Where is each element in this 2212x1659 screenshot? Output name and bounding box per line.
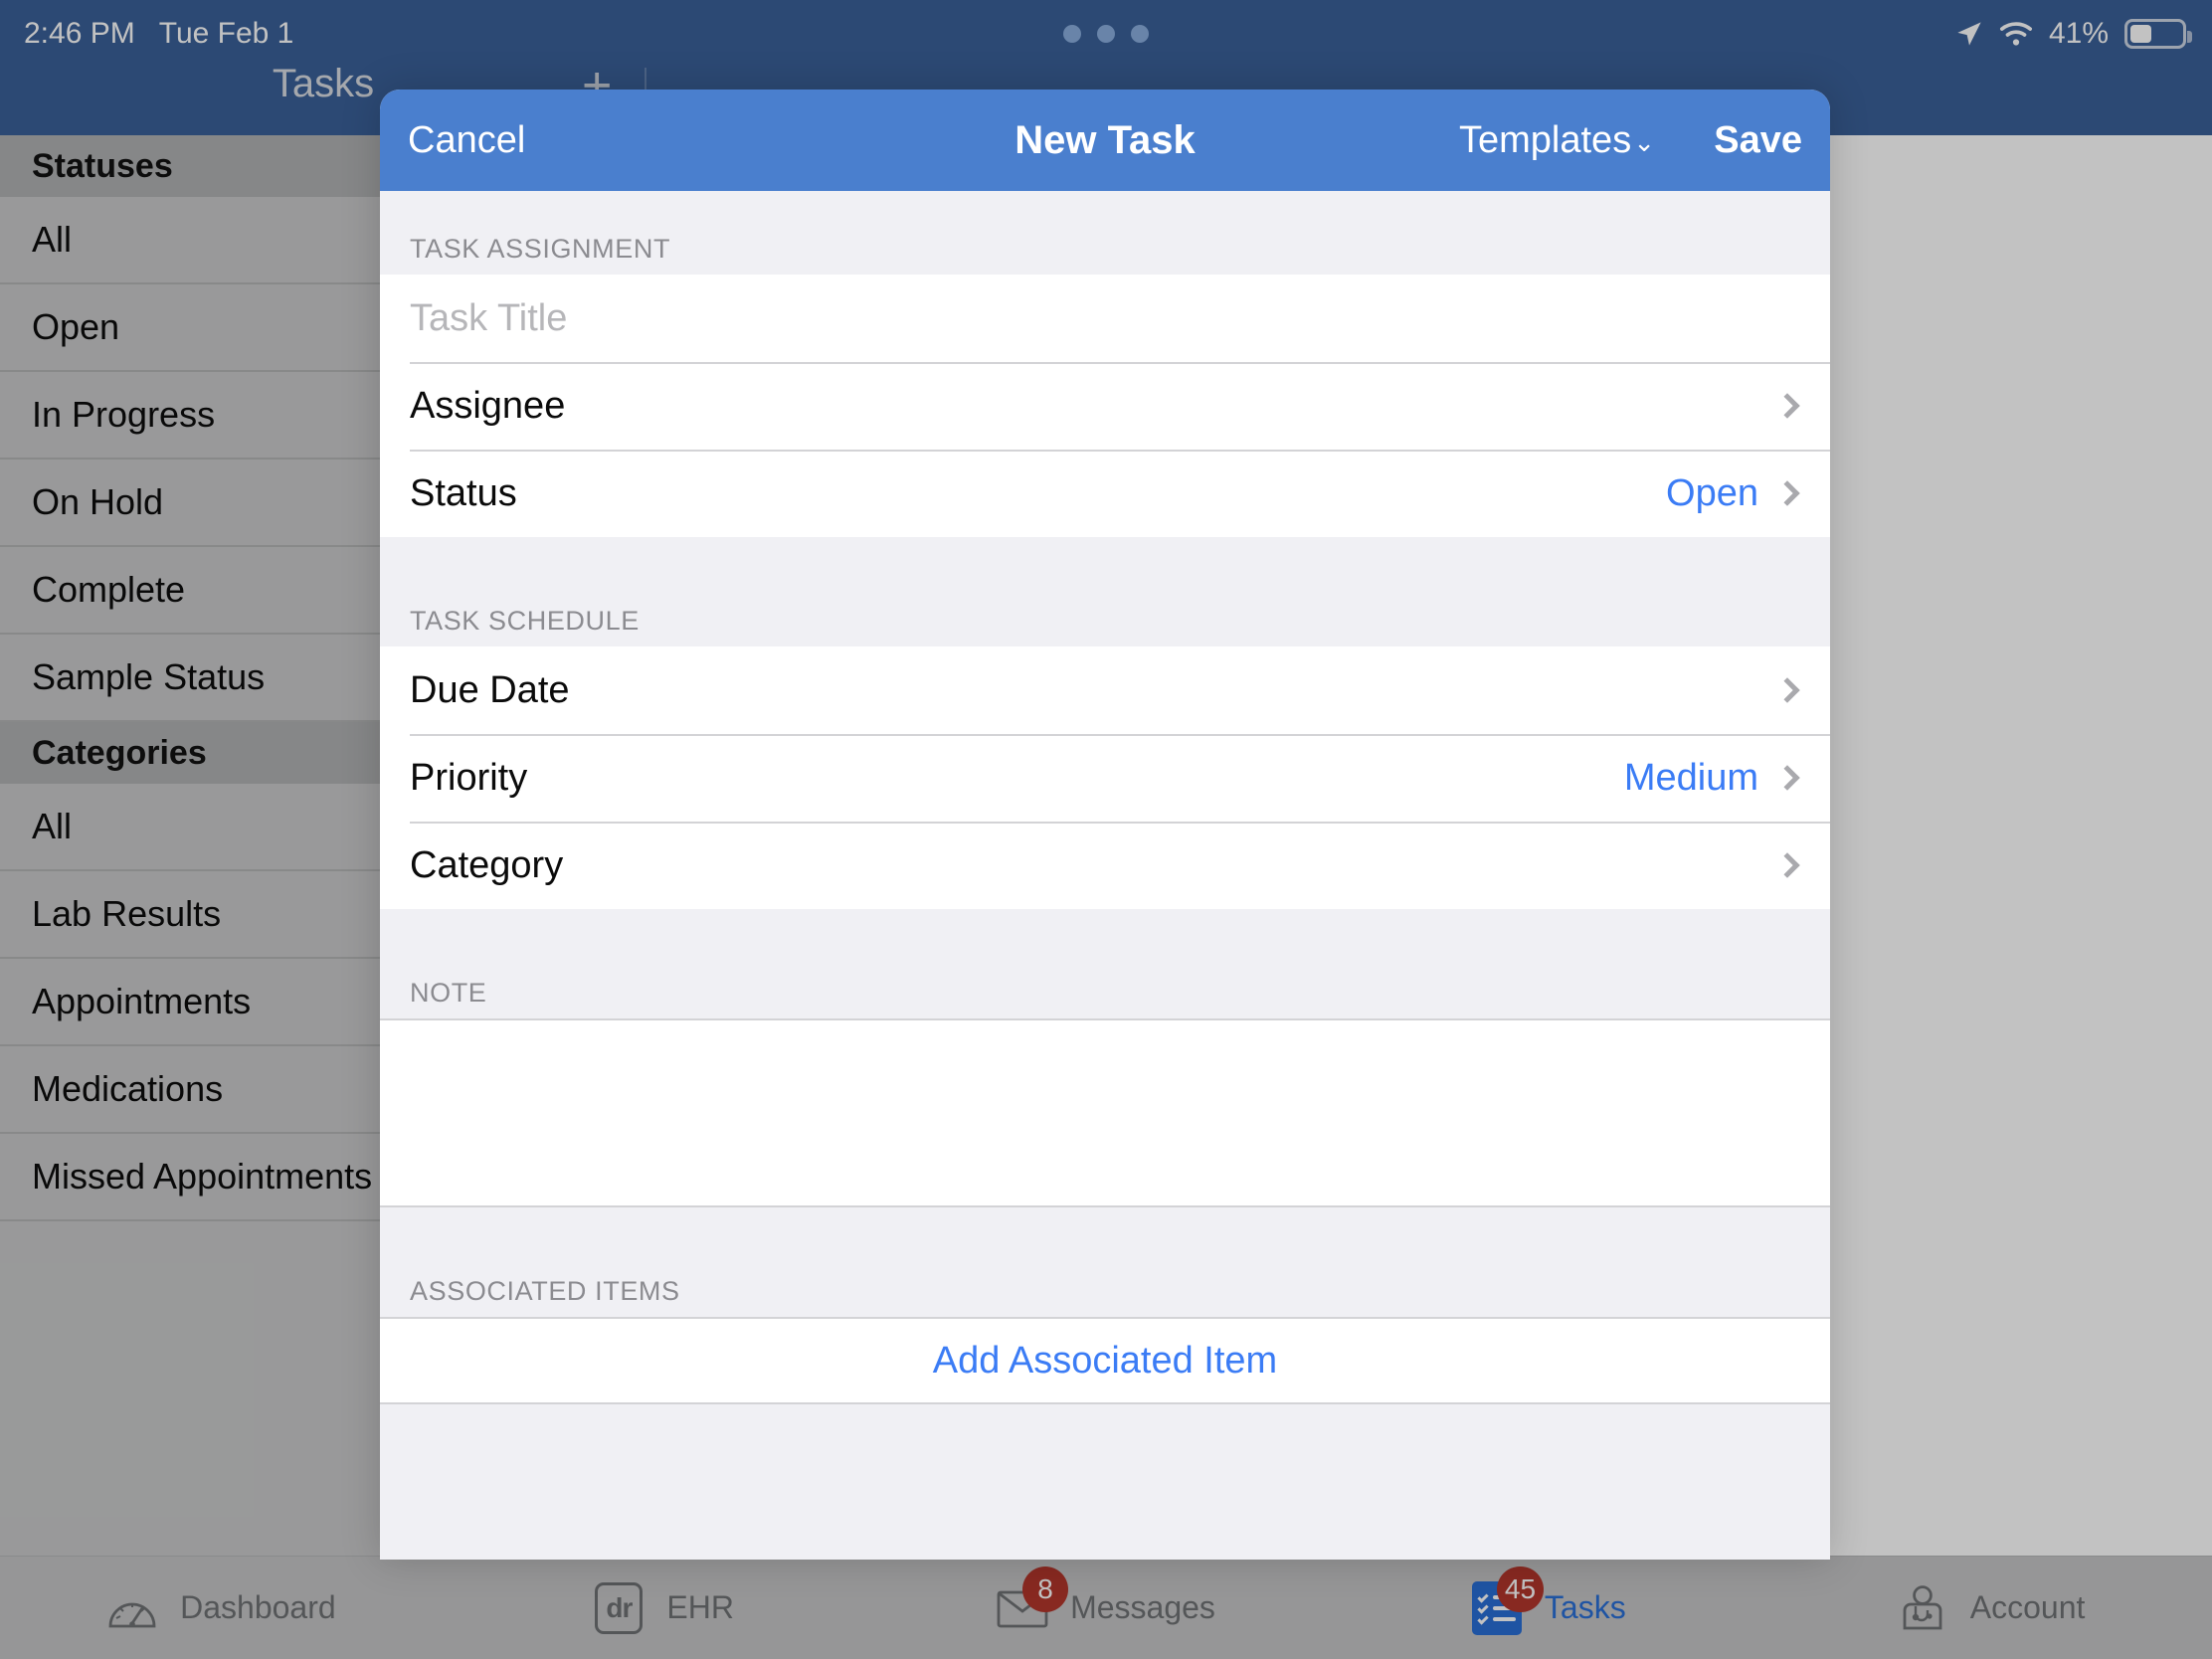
- assignee-row[interactable]: Assignee: [380, 362, 1830, 450]
- save-button[interactable]: Save: [1714, 119, 1802, 162]
- new-task-modal: Cancel New Task Templates ⌄ Save TASK AS…: [380, 90, 1830, 1560]
- priority-value: Medium: [1623, 756, 1758, 799]
- chevron-right-icon: [1774, 393, 1800, 419]
- add-associated-item-button[interactable]: Add Associated Item: [380, 1317, 1830, 1404]
- templates-button[interactable]: Templates ⌄: [1459, 119, 1655, 162]
- assignee-value-group: [1758, 393, 1804, 419]
- due-date-row[interactable]: Due Date: [380, 646, 1830, 734]
- section-body-task-assignment: Task Title Assignee Status Open: [380, 275, 1830, 537]
- note-textarea[interactable]: [380, 1018, 1830, 1207]
- chevron-right-icon: [1774, 677, 1800, 703]
- section-header-note: NOTE: [380, 909, 1830, 1018]
- templates-label: Templates: [1459, 118, 1632, 161]
- section-body-task-schedule: Due Date Priority Medium Category: [380, 646, 1830, 909]
- modal-title: New Task: [1014, 117, 1196, 162]
- priority-row[interactable]: Priority Medium: [380, 734, 1830, 822]
- chevron-right-icon: [1774, 852, 1800, 878]
- modal-header: Cancel New Task Templates ⌄ Save: [380, 90, 1830, 191]
- priority-value-group: Medium: [1624, 757, 1804, 800]
- task-title-row[interactable]: Task Title: [380, 275, 1830, 362]
- section-header-task-schedule: TASK SCHEDULE: [380, 537, 1830, 646]
- chevron-down-icon: ⌄: [1633, 126, 1655, 157]
- category-row[interactable]: Category: [380, 822, 1830, 909]
- modal-footer-spacer: [380, 1404, 1830, 1524]
- assignee-label: Assignee: [410, 384, 566, 427]
- status-label: Status: [410, 471, 517, 514]
- section-header-task-assignment: TASK ASSIGNMENT: [380, 191, 1830, 275]
- priority-label: Priority: [410, 756, 528, 799]
- task-title-input[interactable]: Task Title: [410, 297, 567, 340]
- chevron-right-icon: [1774, 765, 1800, 791]
- category-label: Category: [410, 843, 564, 886]
- status-value: Open: [1666, 471, 1758, 514]
- status-value-group: Open: [1666, 472, 1804, 515]
- due-date-value-group: [1758, 677, 1804, 703]
- status-row[interactable]: Status Open: [380, 450, 1830, 537]
- due-date-label: Due Date: [410, 668, 570, 711]
- chevron-right-icon: [1774, 480, 1800, 506]
- section-header-associated-items: ASSOCIATED ITEMS: [380, 1207, 1830, 1317]
- category-value-group: [1758, 852, 1804, 878]
- cancel-button[interactable]: Cancel: [408, 119, 525, 162]
